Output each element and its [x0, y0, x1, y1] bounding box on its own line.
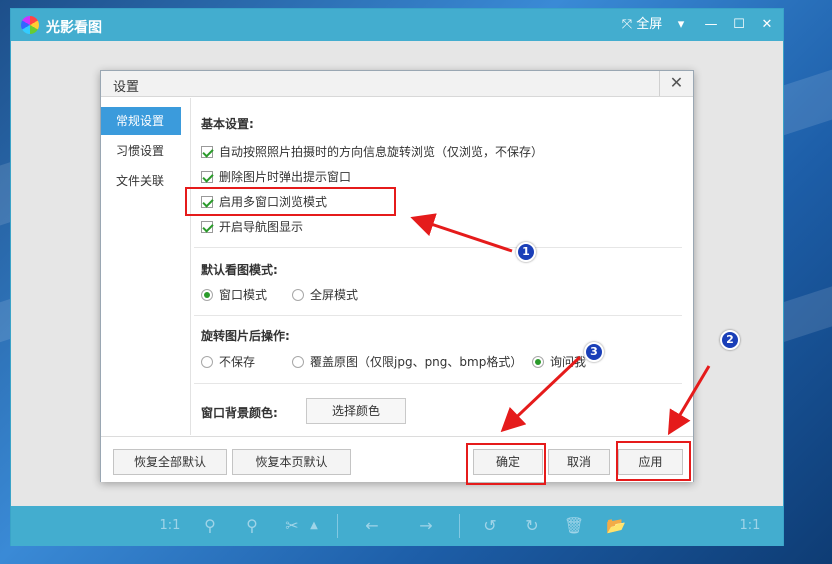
next-image-icon[interactable]: → — [415, 516, 437, 536]
open-folder-icon[interactable]: 📂 — [605, 516, 627, 536]
rotate-action-title: 旋转图片后操作: — [201, 329, 290, 343]
radio-ask-me[interactable]: 询问我 — [532, 354, 586, 370]
dialog-header: 设置 ✕ — [101, 71, 693, 97]
option-auto-rotate[interactable]: 自动按照照片拍摄时的方向信息旋转浏览（仅浏览，不保存） — [201, 144, 543, 160]
highlight-multi-window — [185, 187, 396, 216]
toolbar-divider — [459, 514, 460, 538]
radio-fullscreen-mode[interactable]: 全屏模式 — [292, 287, 358, 303]
restore-page-defaults-button[interactable]: 恢复本页默认 — [232, 449, 351, 475]
maximize-button[interactable]: ☐ — [729, 15, 749, 35]
annotation-badge-3: 3 — [584, 342, 604, 362]
zoom-1to1-button[interactable]: 1:1 — [155, 516, 185, 536]
minimize-icon: — — [704, 17, 718, 32]
settings-nav: 常规设置 习惯设置 文件关联 — [101, 98, 191, 435]
option-label: 删除图片时弹出提示窗口 — [219, 170, 352, 184]
background-color-title: 窗口背景颜色: — [201, 406, 278, 420]
checkbox[interactable] — [201, 221, 213, 233]
dialog-footer: 恢复全部默认 恢复本页默认 确定 取消 应用 — [101, 436, 693, 482]
nav-item-general[interactable]: 常规设置 — [101, 107, 181, 135]
tools-dropdown-icon[interactable]: ▲ — [307, 516, 321, 536]
choose-color-button[interactable]: 选择颜色 — [306, 398, 406, 424]
fullscreen-label: 全屏 — [636, 17, 663, 32]
radio-button[interactable] — [201, 289, 213, 301]
annotation-badge-2: 2 — [720, 330, 740, 350]
app-logo-icon — [21, 16, 39, 34]
title-bar: 光影看图 ⤧ 全屏 ▾ — ☐ ✕ — [11, 9, 783, 41]
settings-dialog: 设置 ✕ 常规设置 习惯设置 文件关联 基本设置: 自动按照照片拍摄时的方向信息… — [100, 70, 694, 482]
section-divider — [194, 315, 682, 316]
bottom-toolbar: 1:1 ⚲ ⚲ ✂ ▲ ← → ↺ ↻ 🗑 📂 1:1 — [11, 506, 783, 546]
radio-window-mode[interactable]: 窗口模式 — [201, 287, 267, 303]
toolbar-divider — [337, 514, 338, 538]
prev-image-icon[interactable]: ← — [361, 516, 383, 536]
zoom-in-icon[interactable]: ⚲ — [199, 516, 221, 536]
view-mode-title: 默认看图模式: — [201, 263, 278, 277]
radio-overwrite[interactable]: 覆盖原图（仅限jpg、png、bmp格式） — [292, 354, 522, 370]
radio-button[interactable] — [292, 289, 304, 301]
menu-icon: ▾ — [677, 17, 685, 32]
dialog-close-button[interactable]: ✕ — [659, 71, 693, 96]
option-label: 开启导航图显示 — [219, 220, 304, 234]
fullscreen-icon: ⤧ — [621, 17, 633, 32]
close-icon: ✕ — [669, 73, 684, 92]
option-label: 全屏模式 — [310, 288, 359, 302]
option-navigator[interactable]: 开启导航图显示 — [201, 219, 303, 235]
radio-button[interactable] — [532, 356, 544, 368]
annotation-badge-1: 1 — [516, 242, 536, 262]
option-label: 不保存 — [219, 355, 256, 369]
option-label: 询问我 — [550, 355, 587, 369]
settings-content: 基本设置: 自动按照照片拍摄时的方向信息旋转浏览（仅浏览，不保存） 删除图片时弹… — [192, 98, 692, 435]
radio-button[interactable] — [201, 356, 213, 368]
nav-item-file-association[interactable]: 文件关联 — [101, 167, 181, 195]
actual-size-button[interactable]: 1:1 — [735, 516, 765, 536]
app-title: 光影看图 — [46, 20, 102, 36]
dialog-title: 设置 — [113, 80, 140, 95]
option-label: 覆盖原图（仅限jpg、png、bmp格式） — [310, 355, 523, 369]
checkbox[interactable] — [201, 171, 213, 183]
minimize-button[interactable]: — — [701, 15, 721, 35]
restore-all-defaults-button[interactable]: 恢复全部默认 — [113, 449, 227, 475]
rotate-right-icon[interactable]: ↻ — [521, 516, 543, 536]
checkbox[interactable] — [201, 146, 213, 158]
section-divider — [194, 383, 682, 384]
radio-no-save[interactable]: 不保存 — [201, 354, 255, 370]
nav-item-habits[interactable]: 习惯设置 — [101, 137, 181, 165]
rotate-left-icon[interactable]: ↺ — [479, 516, 501, 536]
highlight-ok-button — [466, 443, 546, 485]
radio-button[interactable] — [292, 356, 304, 368]
basic-settings-title: 基本设置: — [201, 117, 254, 131]
fullscreen-button[interactable]: ⤧ 全屏 — [619, 15, 665, 35]
option-label: 自动按照照片拍摄时的方向信息旋转浏览（仅浏览，不保存） — [219, 145, 544, 159]
menu-button[interactable]: ▾ — [671, 15, 691, 35]
zoom-out-icon[interactable]: ⚲ — [241, 516, 263, 536]
cancel-button[interactable]: 取消 — [548, 449, 610, 475]
highlight-apply-button — [616, 441, 691, 481]
maximize-icon: ☐ — [733, 17, 745, 32]
option-label: 窗口模式 — [219, 288, 268, 302]
tools-icon[interactable]: ✂ — [281, 516, 303, 536]
option-delete-prompt[interactable]: 删除图片时弹出提示窗口 — [201, 169, 351, 185]
close-icon: ✕ — [761, 17, 773, 32]
close-button[interactable]: ✕ — [757, 15, 777, 35]
section-divider — [194, 247, 682, 248]
delete-icon[interactable]: 🗑 — [563, 516, 585, 536]
